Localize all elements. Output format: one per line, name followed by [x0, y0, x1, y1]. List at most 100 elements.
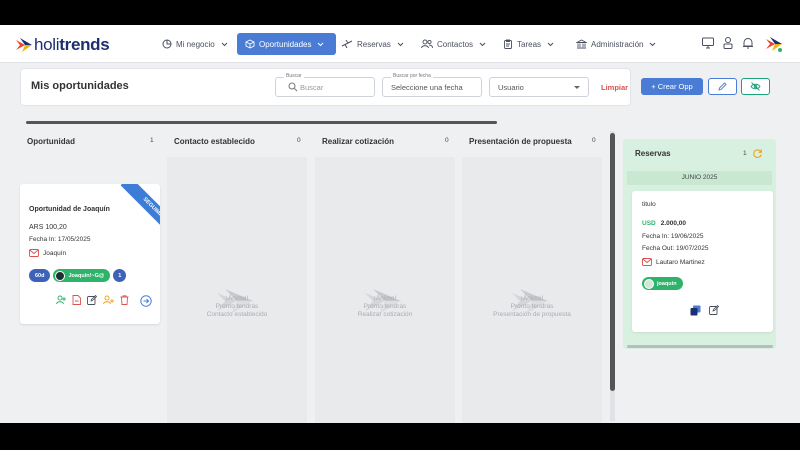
- hide-button[interactable]: [741, 78, 770, 95]
- user-select[interactable]: Usuario: [489, 77, 589, 97]
- count-badge: 1: [113, 269, 127, 282]
- reservation-user-chip[interactable]: joaquin: [642, 277, 683, 290]
- nav-label: Contactos: [437, 39, 474, 49]
- edit-button[interactable]: [708, 78, 737, 95]
- arrow-right-circle-icon[interactable]: [140, 295, 152, 307]
- nav-mi-negocio[interactable]: Mi negocio: [162, 33, 232, 55]
- brand-logo[interactable]: holitrends: [16, 35, 110, 55]
- edit-note-icon[interactable]: [709, 305, 719, 316]
- nav-administracion[interactable]: Administración: [576, 33, 660, 55]
- nav-contactos[interactable]: Contactos: [421, 33, 490, 55]
- reservation-card[interactable]: titulo USD 2.000,00 Fecha In: 19/06/2025 …: [632, 191, 773, 332]
- column-count: 0: [297, 137, 301, 144]
- empty-stage: Realizar cotización: [357, 311, 413, 318]
- empty-stage: Presentación de propuesta: [493, 311, 571, 318]
- opportunity-title: Oportunidad de Joaquín: [29, 206, 110, 213]
- reservation-actions: [690, 305, 727, 316]
- column-body-propuesta: ¡Ánimo! Pronto tendrás Presentación de p…: [462, 157, 602, 423]
- contact-name: Lautaro Martinez: [656, 258, 705, 266]
- empty-state: ¡Ánimo! Pronto tendrás Presentación de p…: [462, 295, 602, 319]
- opportunity-card[interactable]: SEGUIMIENTO Oportunidad de Joaquín ARS 1…: [20, 184, 160, 324]
- nav-oportunidades[interactable]: Oportunidades: [237, 33, 337, 55]
- nav-label: Oportunidades: [259, 39, 312, 49]
- chevron-down-icon: [547, 42, 554, 46]
- user-chip[interactable]: Joaquín!~G@: [53, 269, 111, 282]
- assign-user-icon[interactable]: [103, 295, 114, 305]
- empty-cheer: ¡Ánimo!: [225, 295, 249, 302]
- users-icon: [421, 39, 433, 49]
- column-title: Realizar cotización: [322, 137, 395, 146]
- reservations-title: Reservas: [635, 149, 671, 158]
- bird-logo-icon: [16, 38, 32, 52]
- date-filter-field[interactable]: Buscar por fecha Seleccione una fecha: [382, 73, 482, 97]
- user-chip-label: Joaquín!~G@: [68, 272, 105, 279]
- top-navbar: holitrends Mi negocio Oportunidades Rese…: [0, 25, 800, 63]
- eye-slash-icon: [750, 82, 761, 91]
- date-filter-label: Buscar por fecha: [391, 73, 433, 79]
- clear-filters-link[interactable]: Limpiar: [601, 83, 628, 92]
- envelope-icon: [29, 249, 39, 257]
- chevron-down-icon: [318, 42, 324, 46]
- reservations-scrollbar[interactable]: [627, 345, 773, 348]
- contact-name: Joaquín: [43, 249, 67, 257]
- search-icon: [288, 82, 298, 92]
- reservation-date-out: Fecha Out: 19/07/2025: [642, 245, 709, 252]
- column-header-contacto: Contacto establecido 0: [167, 130, 307, 156]
- clipboard-icon: [504, 39, 512, 49]
- trash-icon[interactable]: [120, 295, 129, 305]
- box-icon: [245, 39, 255, 49]
- edit-note-icon[interactable]: [87, 295, 97, 305]
- reservation-amount: USD 2.000,00: [642, 220, 686, 227]
- search-input[interactable]: Buscar Buscar: [275, 73, 375, 97]
- empty-soon: Pronto tendrás: [363, 303, 407, 310]
- column-header-oportunidad: Oportunidad 1: [20, 130, 160, 156]
- refresh-icon[interactable]: [752, 148, 763, 159]
- user-avatar: [55, 270, 66, 281]
- reservation-contact[interactable]: Lautaro Martinez: [642, 258, 705, 266]
- board-horizontal-scrollbar[interactable]: [26, 121, 497, 124]
- opportunity-contact[interactable]: Joaquín: [29, 249, 66, 257]
- user-avatar: [644, 278, 654, 289]
- card-actions: [56, 295, 135, 305]
- user-lock-icon[interactable]: [721, 36, 735, 50]
- chevron-down-icon: [479, 42, 486, 46]
- reservations-month: JUNIO 2025: [627, 171, 772, 185]
- nav-reservas[interactable]: Reservas: [341, 33, 408, 55]
- caret-down-icon: [574, 86, 580, 89]
- search-placeholder: Buscar: [300, 83, 324, 92]
- column-count: 0: [592, 137, 596, 144]
- column-body-contacto: ¡Ánimo! Pronto tendrás Contacto establec…: [167, 157, 307, 423]
- chip-row: 60d Joaquín!~G@ 1: [29, 269, 129, 282]
- reservation-title: titulo: [642, 201, 656, 208]
- opportunity-date: Fecha In: 17/05/2025: [29, 236, 91, 243]
- filter-header: Mis oportunidades Buscar Buscar Buscar p…: [20, 68, 631, 106]
- column-header-propuesta: Presentación de propuesta 0: [462, 130, 602, 156]
- column-title: Contacto establecido: [174, 137, 255, 146]
- app-frame: holitrends Mi negocio Oportunidades Rese…: [0, 25, 800, 423]
- bell-icon[interactable]: [741, 36, 755, 50]
- reservation-value: 2.000,00: [660, 220, 687, 227]
- pencil-icon: [718, 82, 727, 91]
- reservation-currency: USD: [642, 220, 656, 227]
- date-filter-value: Seleccione una fecha: [391, 83, 463, 92]
- column-count: 0: [445, 137, 449, 144]
- user-switch-icon[interactable]: [56, 295, 66, 305]
- column-header-cotizacion: Realizar cotización 0: [315, 130, 455, 156]
- nav-tareas[interactable]: Tareas: [503, 33, 558, 55]
- copy-icon[interactable]: [690, 305, 701, 316]
- avatar[interactable]: [765, 35, 783, 53]
- search-label: Buscar: [284, 73, 304, 79]
- column-count: 1: [150, 137, 154, 144]
- bird-avatar-icon: [766, 37, 783, 53]
- empty-soon: Pronto tendrás: [510, 303, 554, 310]
- column-title: Oportunidad: [27, 137, 75, 146]
- pdf-icon[interactable]: [72, 295, 81, 305]
- column-body-cotizacion: ¡Ánimo! Pronto tendrás Realizar cotizaci…: [315, 157, 455, 423]
- chevron-down-icon: [650, 42, 656, 46]
- monitor-icon[interactable]: [701, 36, 715, 50]
- user-chip-label: joaquin: [657, 280, 677, 287]
- chevron-down-icon: [397, 42, 404, 46]
- create-opp-button[interactable]: + Crear Opp: [641, 78, 703, 95]
- board-vertical-scrollbar-thumb[interactable]: [610, 133, 615, 391]
- reservation-date-in: Fecha In: 19/06/2025: [642, 233, 704, 240]
